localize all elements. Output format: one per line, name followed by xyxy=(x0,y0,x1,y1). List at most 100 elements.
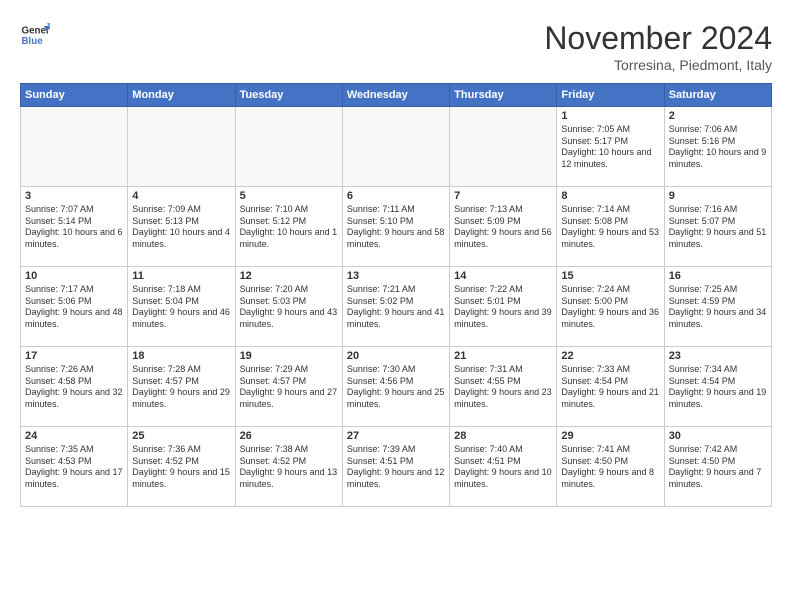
day-number: 5 xyxy=(240,190,338,202)
calendar-cell: 7Sunrise: 7:13 AM Sunset: 5:09 PM Daylig… xyxy=(450,187,557,267)
day-info: Sunrise: 7:34 AM Sunset: 4:54 PM Dayligh… xyxy=(669,364,767,411)
day-number: 26 xyxy=(240,430,338,442)
day-number: 11 xyxy=(132,270,230,282)
day-info: Sunrise: 7:26 AM Sunset: 4:58 PM Dayligh… xyxy=(25,364,123,411)
title-area: November 2024 Torresina, Piedmont, Italy xyxy=(544,20,772,73)
calendar-cell: 4Sunrise: 7:09 AM Sunset: 5:13 PM Daylig… xyxy=(128,187,235,267)
calendar-cell: 11 Sunrise: 7:18 AM Sunset: 5:04 PM Dayli… xyxy=(128,267,235,347)
day-info: Sunrise: 7:39 AM Sunset: 4:51 PM Dayligh… xyxy=(347,444,445,491)
calendar-header-thursday: Thursday xyxy=(450,84,557,107)
day-info: Sunrise: 7:17 AM Sunset: 5:06 PM Dayligh… xyxy=(25,284,123,331)
day-info: Sunrise: 7:09 AM Sunset: 5:13 PM Dayligh… xyxy=(132,204,230,251)
logo-icon: General Blue xyxy=(20,20,50,50)
day-info: Sunrise: 7:29 AM Sunset: 4:57 PM Dayligh… xyxy=(240,364,338,411)
header: General Blue November 2024 Torresina, Pi… xyxy=(20,20,772,73)
day-info: Sunrise: 7:31 AM Sunset: 4:55 PM Dayligh… xyxy=(454,364,552,411)
calendar-cell: 21 Sunrise: 7:31 AM Sunset: 4:55 PM Dayli… xyxy=(450,347,557,427)
day-number: 12 xyxy=(240,270,338,282)
calendar-cell: 2 Sunrise: 7:06 AM Sunset: 5:16 PM Daylig… xyxy=(664,107,771,187)
calendar-week-row: 24Sunrise: 7:35 AM Sunset: 4:53 PM Dayli… xyxy=(21,427,772,507)
calendar-week-row: 1Sunrise: 7:05 AM Sunset: 5:17 PM Daylig… xyxy=(21,107,772,187)
calendar-cell xyxy=(342,107,449,187)
day-number: 2 xyxy=(669,110,767,122)
day-number: 14 xyxy=(454,270,552,282)
calendar-cell: 15 Sunrise: 7:24 AM Sunset: 5:00 PM Dayli… xyxy=(557,267,664,347)
day-info: Sunrise: 7:11 AM Sunset: 5:10 PM Dayligh… xyxy=(347,204,445,251)
day-number: 13 xyxy=(347,270,445,282)
day-number: 6 xyxy=(347,190,445,202)
calendar-header-saturday: Saturday xyxy=(664,84,771,107)
calendar-header-row: SundayMondayTuesdayWednesdayThursdayFrid… xyxy=(21,84,772,107)
calendar-cell: 30Sunrise: 7:42 AM Sunset: 4:50 PM Dayli… xyxy=(664,427,771,507)
day-info: Sunrise: 7:13 AM Sunset: 5:09 PM Dayligh… xyxy=(454,204,552,251)
day-number: 10 xyxy=(25,270,123,282)
calendar-cell xyxy=(235,107,342,187)
day-number: 28 xyxy=(454,430,552,442)
day-number: 25 xyxy=(132,430,230,442)
calendar-week-row: 10 Sunrise: 7:17 AM Sunset: 5:06 PM Dayli… xyxy=(21,267,772,347)
day-info: Sunrise: 7:16 AM Sunset: 5:07 PM Dayligh… xyxy=(669,204,767,251)
calendar-cell: 5 Sunrise: 7:10 AM Sunset: 5:12 PM Daylig… xyxy=(235,187,342,267)
calendar-header-wednesday: Wednesday xyxy=(342,84,449,107)
calendar-week-row: 17 Sunrise: 7:26 AM Sunset: 4:58 PM Dayli… xyxy=(21,347,772,427)
calendar-header-friday: Friday xyxy=(557,84,664,107)
calendar-cell: 24Sunrise: 7:35 AM Sunset: 4:53 PM Dayli… xyxy=(21,427,128,507)
calendar-cell: 22 Sunrise: 7:33 AM Sunset: 4:54 PM Dayli… xyxy=(557,347,664,427)
calendar-cell: 25Sunrise: 7:36 AM Sunset: 4:52 PM Dayli… xyxy=(128,427,235,507)
day-info: Sunrise: 7:33 AM Sunset: 4:54 PM Dayligh… xyxy=(561,364,659,411)
day-info: Sunrise: 7:14 AM Sunset: 5:08 PM Dayligh… xyxy=(561,204,659,251)
day-number: 15 xyxy=(561,270,659,282)
calendar-cell: 16Sunrise: 7:25 AM Sunset: 4:59 PM Dayli… xyxy=(664,267,771,347)
day-number: 18 xyxy=(132,350,230,362)
calendar-cell: 18 Sunrise: 7:28 AM Sunset: 4:57 PM Dayli… xyxy=(128,347,235,427)
day-info: Sunrise: 7:20 AM Sunset: 5:03 PM Dayligh… xyxy=(240,284,338,331)
calendar-table: SundayMondayTuesdayWednesdayThursdayFrid… xyxy=(20,83,772,507)
calendar-cell: 23 Sunrise: 7:34 AM Sunset: 4:54 PM Dayli… xyxy=(664,347,771,427)
day-number: 27 xyxy=(347,430,445,442)
day-info: Sunrise: 7:05 AM Sunset: 5:17 PM Dayligh… xyxy=(561,124,659,171)
day-number: 29 xyxy=(561,430,659,442)
day-number: 30 xyxy=(669,430,767,442)
calendar-cell: 12 Sunrise: 7:20 AM Sunset: 5:03 PM Dayli… xyxy=(235,267,342,347)
calendar-cell: 17 Sunrise: 7:26 AM Sunset: 4:58 PM Dayli… xyxy=(21,347,128,427)
day-info: Sunrise: 7:07 AM Sunset: 5:14 PM Dayligh… xyxy=(25,204,123,251)
day-info: Sunrise: 7:25 AM Sunset: 4:59 PM Dayligh… xyxy=(669,284,767,331)
calendar-cell: 9 Sunrise: 7:16 AM Sunset: 5:07 PM Daylig… xyxy=(664,187,771,267)
calendar-cell: 26 Sunrise: 7:38 AM Sunset: 4:52 PM Dayli… xyxy=(235,427,342,507)
day-info: Sunrise: 7:28 AM Sunset: 4:57 PM Dayligh… xyxy=(132,364,230,411)
calendar-cell: 20 Sunrise: 7:30 AM Sunset: 4:56 PM Dayli… xyxy=(342,347,449,427)
day-info: Sunrise: 7:40 AM Sunset: 4:51 PM Dayligh… xyxy=(454,444,552,491)
calendar-cell: 27 Sunrise: 7:39 AM Sunset: 4:51 PM Dayli… xyxy=(342,427,449,507)
calendar-cell: 10 Sunrise: 7:17 AM Sunset: 5:06 PM Dayli… xyxy=(21,267,128,347)
day-number: 3 xyxy=(25,190,123,202)
day-number: 17 xyxy=(25,350,123,362)
calendar-header-monday: Monday xyxy=(128,84,235,107)
calendar-cell: 29 Sunrise: 7:41 AM Sunset: 4:50 PM Dayli… xyxy=(557,427,664,507)
calendar-cell xyxy=(128,107,235,187)
day-info: Sunrise: 7:41 AM Sunset: 4:50 PM Dayligh… xyxy=(561,444,659,491)
day-number: 21 xyxy=(454,350,552,362)
day-info: Sunrise: 7:30 AM Sunset: 4:56 PM Dayligh… xyxy=(347,364,445,411)
calendar-cell: 8Sunrise: 7:14 AM Sunset: 5:08 PM Daylig… xyxy=(557,187,664,267)
day-info: Sunrise: 7:38 AM Sunset: 4:52 PM Dayligh… xyxy=(240,444,338,491)
day-number: 20 xyxy=(347,350,445,362)
day-number: 22 xyxy=(561,350,659,362)
day-info: Sunrise: 7:06 AM Sunset: 5:16 PM Dayligh… xyxy=(669,124,767,171)
day-info: Sunrise: 7:24 AM Sunset: 5:00 PM Dayligh… xyxy=(561,284,659,331)
calendar-cell: 3 Sunrise: 7:07 AM Sunset: 5:14 PM Daylig… xyxy=(21,187,128,267)
calendar-cell xyxy=(21,107,128,187)
day-info: Sunrise: 7:10 AM Sunset: 5:12 PM Dayligh… xyxy=(240,204,338,251)
logo: General Blue xyxy=(20,20,50,50)
month-title: November 2024 xyxy=(544,20,772,57)
calendar-cell: 19Sunrise: 7:29 AM Sunset: 4:57 PM Dayli… xyxy=(235,347,342,427)
day-info: Sunrise: 7:21 AM Sunset: 5:02 PM Dayligh… xyxy=(347,284,445,331)
calendar-week-row: 3 Sunrise: 7:07 AM Sunset: 5:14 PM Daylig… xyxy=(21,187,772,267)
calendar-cell: 13 Sunrise: 7:21 AM Sunset: 5:02 PM Dayli… xyxy=(342,267,449,347)
day-info: Sunrise: 7:18 AM Sunset: 5:04 PM Dayligh… xyxy=(132,284,230,331)
calendar-cell: 14 Sunrise: 7:22 AM Sunset: 5:01 PM Dayli… xyxy=(450,267,557,347)
svg-text:Blue: Blue xyxy=(22,36,44,47)
day-number: 23 xyxy=(669,350,767,362)
day-info: Sunrise: 7:22 AM Sunset: 5:01 PM Dayligh… xyxy=(454,284,552,331)
day-number: 9 xyxy=(669,190,767,202)
day-info: Sunrise: 7:35 AM Sunset: 4:53 PM Dayligh… xyxy=(25,444,123,491)
